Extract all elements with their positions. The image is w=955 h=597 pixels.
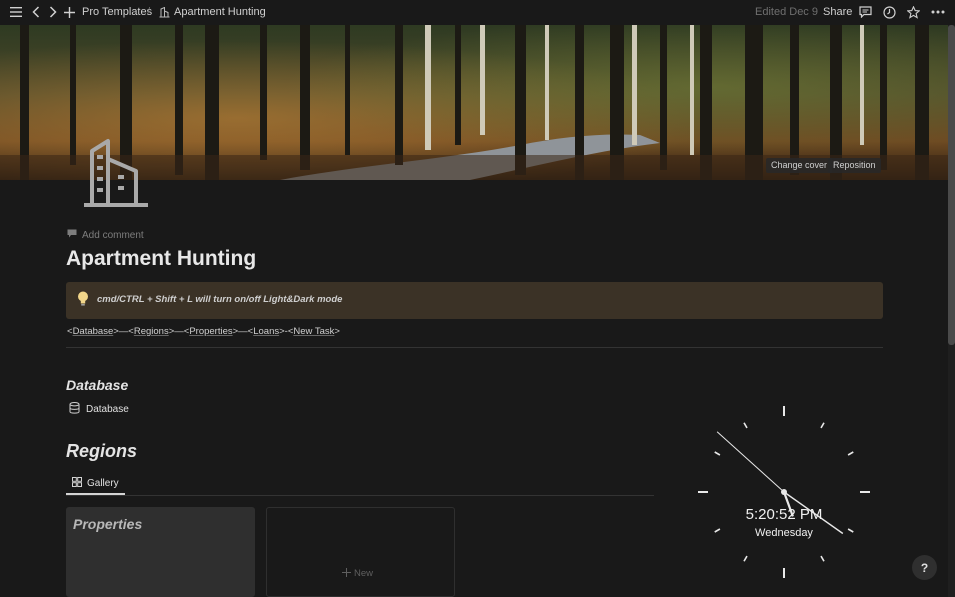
more-options-icon[interactable] bbox=[930, 5, 946, 19]
callout-text: cmd/CTRL + Shift + L will turn on/off Li… bbox=[97, 294, 343, 305]
gallery-card-properties[interactable]: Properties bbox=[66, 507, 255, 597]
database-link[interactable]: Database bbox=[69, 402, 129, 417]
clock-center bbox=[781, 489, 787, 495]
page-navigation: <Database>—<Regions>—<Properties>—<Loans… bbox=[67, 326, 340, 337]
clock-widget: 5:20:52 PM Wednesday bbox=[694, 402, 874, 582]
nav-bracket: >-< bbox=[279, 326, 294, 337]
clock-time: 5:20:52 PM bbox=[745, 506, 823, 523]
nav-bracket: >—< bbox=[168, 326, 190, 337]
nav-bracket: >—< bbox=[232, 326, 254, 337]
database-link-label: Database bbox=[86, 404, 129, 415]
building-icon[interactable] bbox=[80, 137, 152, 209]
forward-icon[interactable] bbox=[46, 5, 60, 19]
clock-tick bbox=[714, 451, 721, 456]
history-icon[interactable] bbox=[882, 5, 896, 19]
scrollbar-thumb[interactable] bbox=[948, 25, 955, 345]
nav-link-new-task[interactable]: New Task bbox=[293, 326, 334, 337]
change-cover-button[interactable]: Change cover bbox=[766, 158, 833, 173]
clock-tick bbox=[743, 422, 748, 429]
clock-tick bbox=[743, 555, 748, 562]
top-bar: Pro Templates / Apartment Hunting Edited… bbox=[0, 0, 955, 25]
new-card-button[interactable]: New bbox=[266, 507, 455, 597]
new-label: New bbox=[354, 568, 374, 579]
plus-icon bbox=[342, 568, 351, 580]
nav-link-regions[interactable]: Regions bbox=[134, 326, 169, 337]
share-button[interactable]: Share bbox=[823, 6, 852, 18]
nav-link-database[interactable]: Database bbox=[73, 326, 114, 337]
edited-status: Edited Dec 9 bbox=[755, 6, 818, 18]
database-heading: Database bbox=[66, 377, 129, 393]
comments-icon[interactable] bbox=[858, 5, 872, 19]
breadcrumb-separator: / bbox=[147, 6, 151, 18]
building-icon bbox=[157, 5, 171, 19]
new-card-label: New bbox=[342, 568, 373, 580]
clock-tick bbox=[847, 451, 854, 456]
callout-block[interactable]: cmd/CTRL + Shift + L will turn on/off Li… bbox=[66, 282, 883, 319]
tab-divider bbox=[66, 495, 654, 496]
add-page-icon[interactable] bbox=[62, 5, 76, 19]
lightbulb-icon bbox=[77, 291, 89, 312]
reposition-button[interactable]: Reposition bbox=[828, 158, 881, 173]
divider bbox=[66, 347, 883, 348]
clock-day: Wednesday bbox=[755, 527, 813, 539]
nav-link-properties[interactable]: Properties bbox=[189, 326, 232, 337]
page-title[interactable]: Apartment Hunting bbox=[66, 247, 256, 271]
breadcrumb-parent[interactable]: Pro Templates bbox=[82, 6, 152, 18]
gallery-icon bbox=[72, 477, 82, 490]
second-hand bbox=[716, 431, 785, 493]
help-button[interactable]: ? bbox=[912, 555, 937, 580]
database-icon bbox=[69, 402, 80, 417]
regions-heading: Regions bbox=[66, 441, 138, 461]
favorite-star-icon[interactable] bbox=[906, 5, 920, 19]
add-comment-button[interactable]: Add comment bbox=[67, 229, 144, 241]
menu-icon[interactable] bbox=[9, 5, 23, 19]
nav-link-loans[interactable]: Loans bbox=[253, 326, 279, 337]
tab-gallery[interactable]: Gallery bbox=[66, 474, 125, 495]
nav-bracket: > bbox=[334, 326, 340, 337]
comment-icon bbox=[67, 229, 77, 241]
back-icon[interactable] bbox=[29, 5, 43, 19]
clock-tick bbox=[820, 555, 825, 562]
clock-face bbox=[698, 406, 870, 578]
add-comment-label: Add comment bbox=[82, 229, 144, 241]
card-title: Properties bbox=[73, 516, 143, 532]
clock-tick bbox=[820, 422, 825, 429]
nav-bracket: >—< bbox=[113, 326, 134, 337]
breadcrumb-current[interactable]: Apartment Hunting bbox=[174, 6, 266, 18]
tab-gallery-label: Gallery bbox=[87, 478, 119, 489]
